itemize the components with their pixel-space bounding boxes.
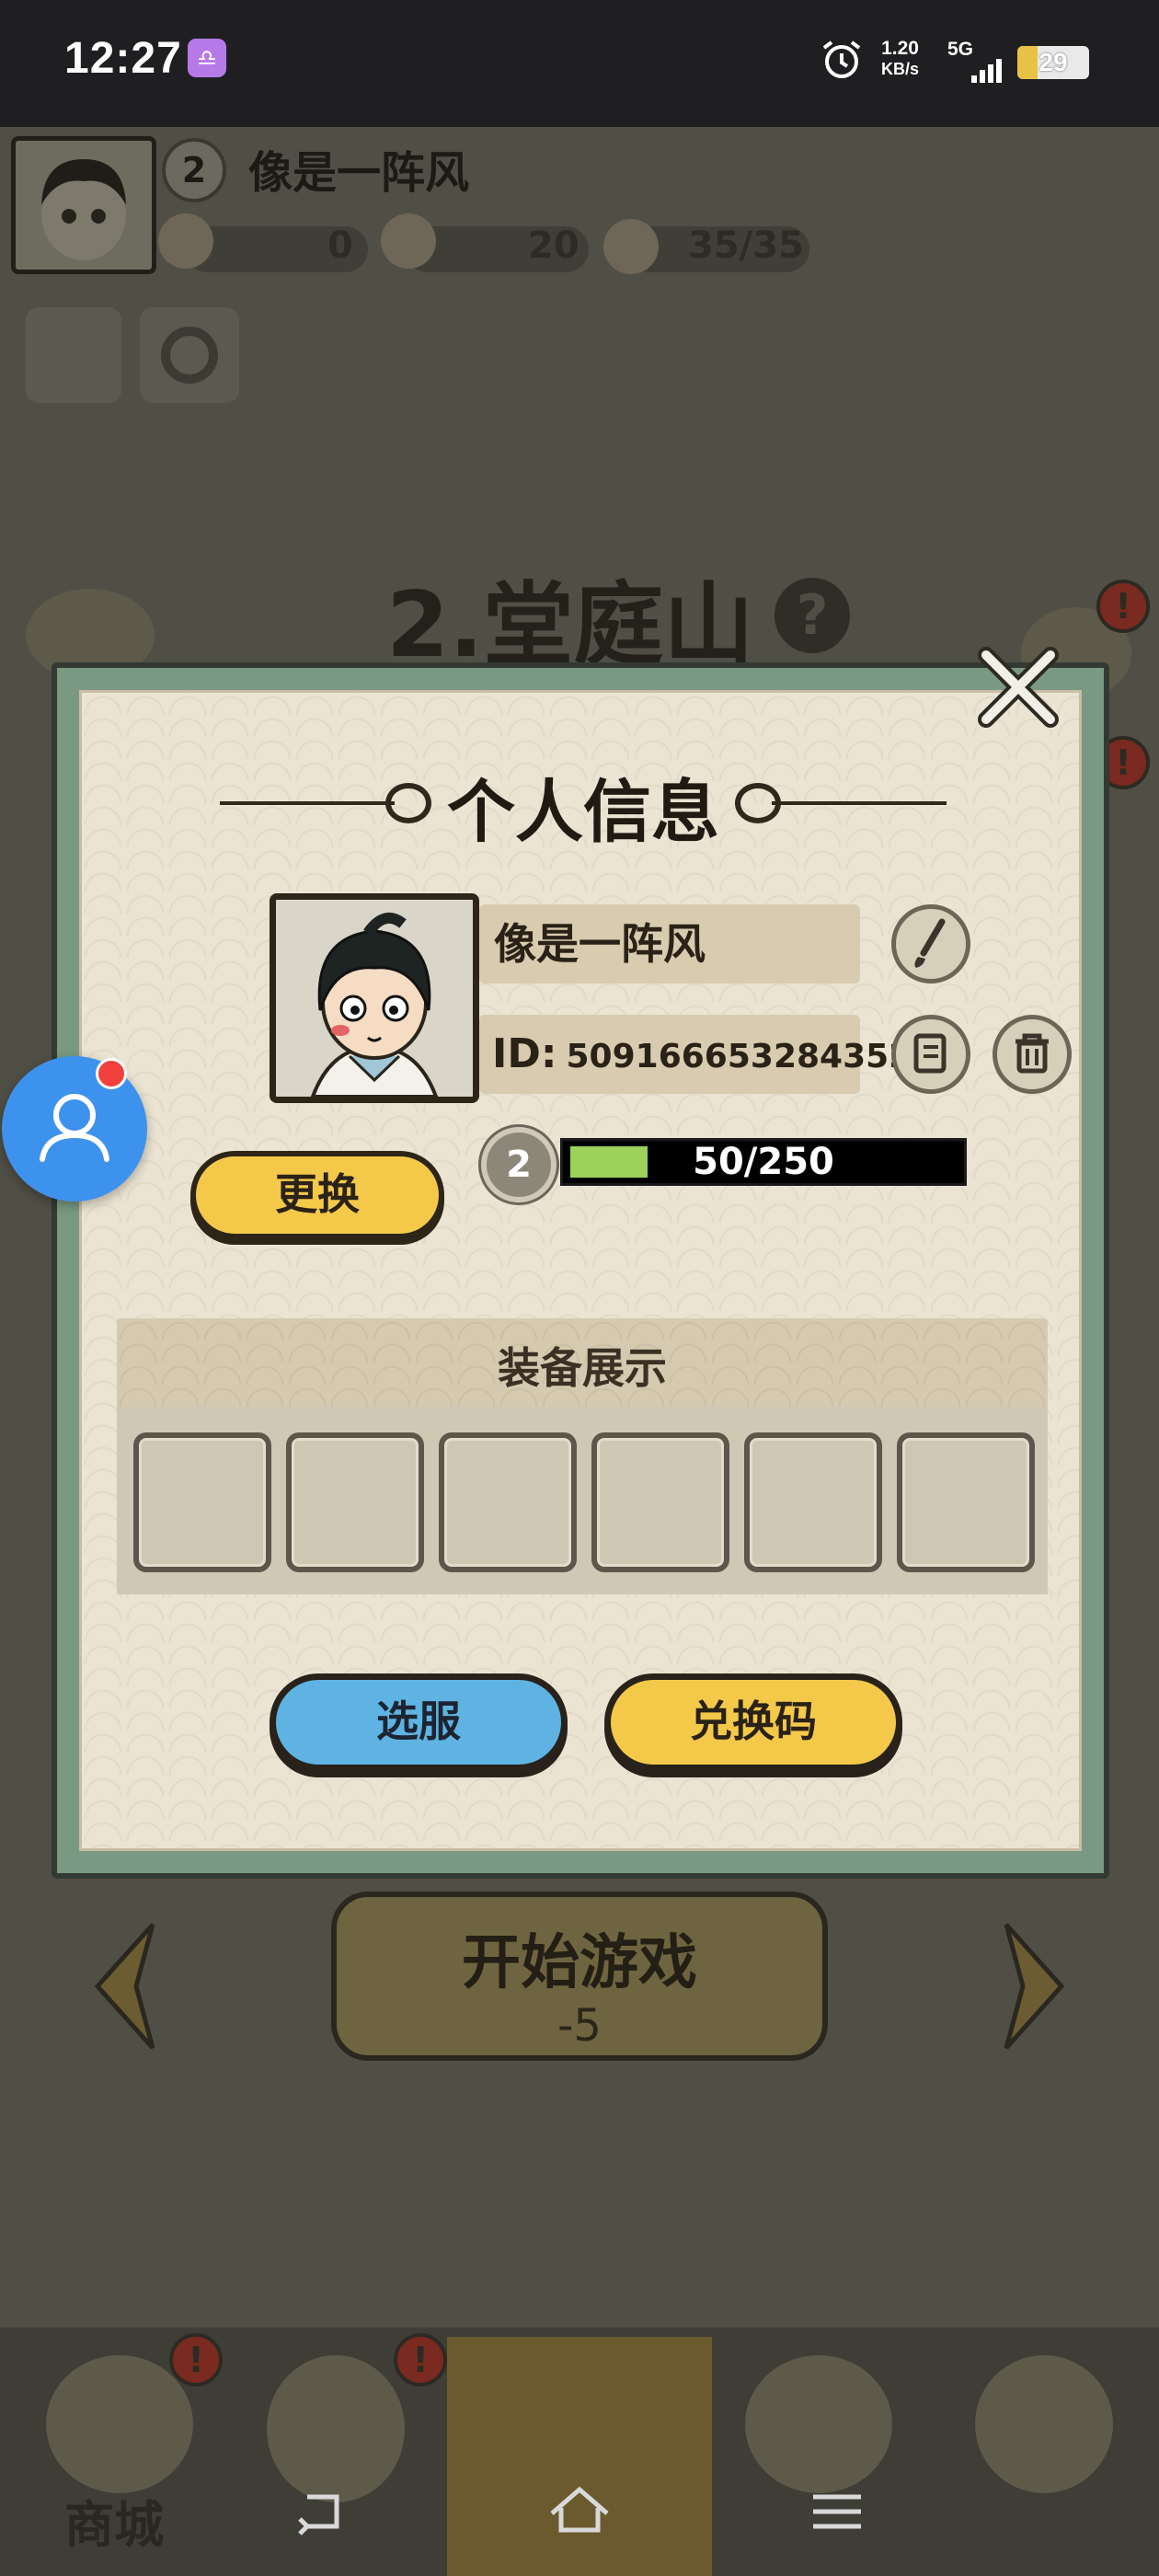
start-game-button[interactable]: 开始游戏 -5 [331,1892,828,2061]
menu-icon[interactable] [800,2475,874,2548]
brush-icon [914,918,946,968]
player-avatar[interactable] [11,136,156,274]
experience-bar: 50/250 [560,1138,967,1186]
id-value: 509166653284352 [566,1038,912,1075]
jade-dragon-icon[interactable] [381,213,436,269]
title-ornament-right [772,801,947,805]
equipment-slot[interactable] [591,1432,729,1572]
equipment-slot[interactable] [897,1432,1035,1572]
player-name-field: 像是一阵风 [479,904,860,983]
jade-value: 20 [528,224,580,267]
notification-dot [96,1058,127,1089]
back-icon[interactable] [285,2475,359,2548]
app-notification-icon: ♎ [188,39,226,77]
nav-orb-icon[interactable] [975,2355,1113,2493]
next-stage-arrow-icon[interactable] [997,1919,1071,2053]
alert-badge: ! [394,2333,447,2386]
network-speed: 1.20 KB/s [881,38,920,79]
equipment-slot[interactable] [744,1432,882,1572]
clock: 12:27 [64,34,182,83]
nav-mountain-icon[interactable] [745,2355,892,2493]
profile-portrait [270,893,479,1103]
copy-icon [913,1033,947,1074]
nav-shop-label: 商城 [64,2496,164,2554]
delete-account-button[interactable] [993,1015,1072,1094]
status-bar: 12:27 ♎ 1.20 KB/s 5G 29 [0,0,1159,127]
equipment-slot[interactable] [133,1432,271,1572]
coin-pouch-icon[interactable] [158,213,213,269]
dialog-title: 个人信息 [447,773,719,852]
help-icon[interactable]: ? [775,578,850,653]
experience-text: 50/250 [693,1141,834,1183]
trash-icon [1016,1033,1049,1074]
peach-icon[interactable] [603,219,659,274]
card-icon[interactable] [26,307,121,403]
battery-indicator: 29 [1017,46,1089,79]
change-avatar-button[interactable]: 更换 [190,1151,444,1239]
personal-info-dialog: 个人信息 更换 像是一阵风 ID: 509166653284352 2 50/2… [52,662,1109,1879]
player-level-badge: 2 [162,138,226,202]
equipment-slot[interactable] [439,1432,577,1572]
dialog-panel: 个人信息 更换 像是一阵风 ID: 509166653284352 2 50/2… [79,690,1082,1851]
settings-icon[interactable] [140,307,239,403]
prev-stage-arrow-icon[interactable] [88,1919,162,2053]
id-label: ID: [492,1030,557,1077]
edit-name-button[interactable] [891,904,970,983]
equipment-title: 装备展示 [498,1343,667,1393]
nav-shop-icon[interactable] [46,2355,193,2493]
redeem-code-button[interactable]: 兑换码 [604,1673,902,1771]
alert-badge: ! [169,2333,223,2386]
stamina-value: 35/35 [688,224,804,267]
alarm-icon [822,40,861,78]
signal-icon [971,59,1002,83]
home-icon[interactable] [543,2475,616,2548]
player-id-field: ID: 509166653284352 [479,1015,912,1094]
equipment-panel: 装备展示 [117,1318,1048,1594]
close-icon[interactable] [968,637,1069,738]
player-name: 像是一阵风 [248,147,470,199]
alert-badge: ! [1096,580,1150,633]
select-server-button[interactable]: 选服 [270,1673,568,1771]
copy-id-button[interactable] [891,1015,970,1094]
equipment-slot[interactable] [286,1432,424,1572]
level-badge: 2 [481,1127,557,1202]
coin-value: 0 [327,224,353,267]
